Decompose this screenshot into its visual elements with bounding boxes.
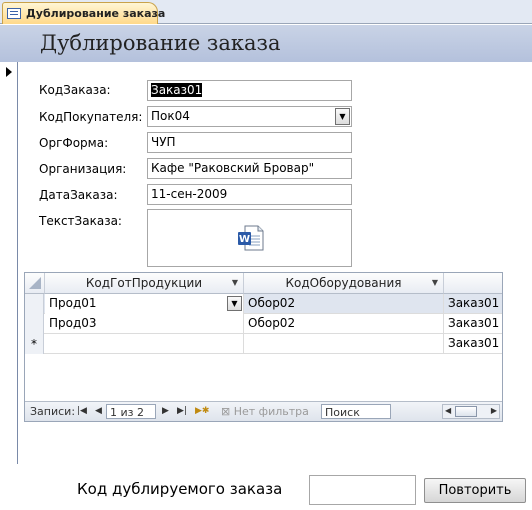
cell-product-value: Прод01 <box>49 296 97 310</box>
scroll-right-icon[interactable]: ▶ <box>491 406 497 415</box>
tab-order-duplication[interactable]: Дублирование заказа <box>2 2 165 24</box>
cell-order[interactable]: Заказ01 <box>444 314 502 334</box>
cell-equipment[interactable]: Обор02 <box>244 314 444 334</box>
filter-icon: ⊠ <box>221 405 234 418</box>
last-record-icon[interactable]: ▶| <box>177 404 187 419</box>
cell-order[interactable]: Заказ01 <box>444 294 502 314</box>
column-header-product[interactable]: КодГотПродукции ▼ <box>45 273 244 294</box>
org-form-value: ЧУП <box>151 135 176 149</box>
form-header: Дублирование заказа <box>0 25 532 62</box>
order-date-label: ДатаЗаказа: <box>39 188 118 202</box>
duplicate-order-label: Код дублируемого заказа <box>77 480 283 498</box>
filter-status[interactable]: ⊠ Нет фильтра <box>221 404 309 419</box>
organization-field[interactable]: Кафе "Раковский Бровар" <box>147 158 352 179</box>
tab-label: Дублирование заказа <box>26 7 166 20</box>
row-selector[interactable] <box>25 294 44 314</box>
order-id-field[interactable]: Заказ01 <box>147 80 352 101</box>
new-record-icon[interactable]: ▶✱ <box>195 404 209 419</box>
record-selector[interactable] <box>0 62 18 464</box>
organization-value: Кафе "Раковский Бровар" <box>151 161 315 175</box>
record-navigation-bar: Записи: |◀ ◀ 1 из 2 ▶ ▶| ▶✱ ⊠ Нет фильтр… <box>25 401 502 421</box>
next-record-icon[interactable]: ▶ <box>162 404 169 419</box>
column-header-product-label: КодГотПродукции <box>85 276 203 290</box>
subform-datasheet: КодГотПродукции ▼ КодОборудования ▼ Прод… <box>24 272 503 422</box>
cell-product[interactable] <box>45 334 244 354</box>
select-all-corner[interactable] <box>25 273 45 294</box>
table-row[interactable]: Прод03 Обор02 Заказ01 <box>25 314 502 334</box>
customer-id-label: КодПокупателя: <box>39 110 143 124</box>
cell-order[interactable]: Заказ01 <box>444 334 502 354</box>
new-record-row[interactable]: * Заказ01 <box>25 334 502 354</box>
cell-equipment[interactable] <box>244 334 444 354</box>
document-tab-bar: Дублирование заказа <box>0 0 532 24</box>
order-text-ole-frame[interactable]: W <box>147 209 352 267</box>
first-record-icon[interactable]: |◀ <box>77 404 87 419</box>
svg-text:W: W <box>239 234 250 245</box>
chevron-down-icon[interactable]: ▼ <box>227 296 242 311</box>
new-record-marker: * <box>25 334 44 354</box>
order-text-label: ТекстЗаказа: <box>39 214 122 228</box>
cell-equipment[interactable]: Обор02 <box>244 294 444 314</box>
chevron-down-icon[interactable]: ▼ <box>432 273 438 293</box>
duplicate-order-input[interactable] <box>309 475 416 505</box>
word-document-icon: W <box>238 225 264 251</box>
scroll-left-icon[interactable]: ◀ <box>445 406 451 415</box>
organization-label: Организация: <box>39 162 127 176</box>
column-header-equipment[interactable]: КодОборудования ▼ <box>244 273 444 294</box>
current-record-input[interactable]: 1 из 2 <box>106 404 156 419</box>
order-date-field[interactable]: 11-сен-2009 <box>147 184 352 205</box>
horizontal-scrollbar[interactable]: ◀ ▶ <box>442 404 500 419</box>
table-row[interactable]: Прод01 ▼ Обор02 Заказ01 <box>25 294 502 314</box>
previous-record-icon[interactable]: ◀ <box>95 404 102 419</box>
records-label: Записи: <box>30 405 76 418</box>
org-form-label: ОргФорма: <box>39 136 109 150</box>
row-selector[interactable] <box>25 314 44 334</box>
corner-triangle-icon <box>28 277 41 289</box>
cell-product[interactable]: Прод01 ▼ <box>45 294 244 314</box>
cell-product[interactable]: Прод03 <box>45 314 244 334</box>
search-input[interactable]: Поиск <box>321 404 391 419</box>
repeat-button[interactable]: Повторить <box>424 478 526 503</box>
column-header-order[interactable] <box>444 273 502 294</box>
order-id-label: КодЗаказа: <box>39 83 111 97</box>
column-header-equipment-label: КодОборудования <box>285 276 402 290</box>
customer-id-combo[interactable]: Пок04 ▼ <box>147 106 352 127</box>
current-record-arrow-icon <box>6 67 12 77</box>
form-title: Дублирование заказа <box>40 31 281 55</box>
chevron-down-icon[interactable]: ▼ <box>232 273 238 293</box>
customer-id-value: Пок04 <box>151 109 190 123</box>
filter-label: Нет фильтра <box>233 405 309 418</box>
order-id-value: Заказ01 <box>151 83 203 97</box>
chevron-down-icon[interactable]: ▼ <box>335 108 350 125</box>
org-form-field[interactable]: ЧУП <box>147 132 352 153</box>
order-date-value: 11-сен-2009 <box>151 187 228 201</box>
scroll-thumb[interactable] <box>455 406 477 417</box>
form-icon <box>7 8 21 19</box>
